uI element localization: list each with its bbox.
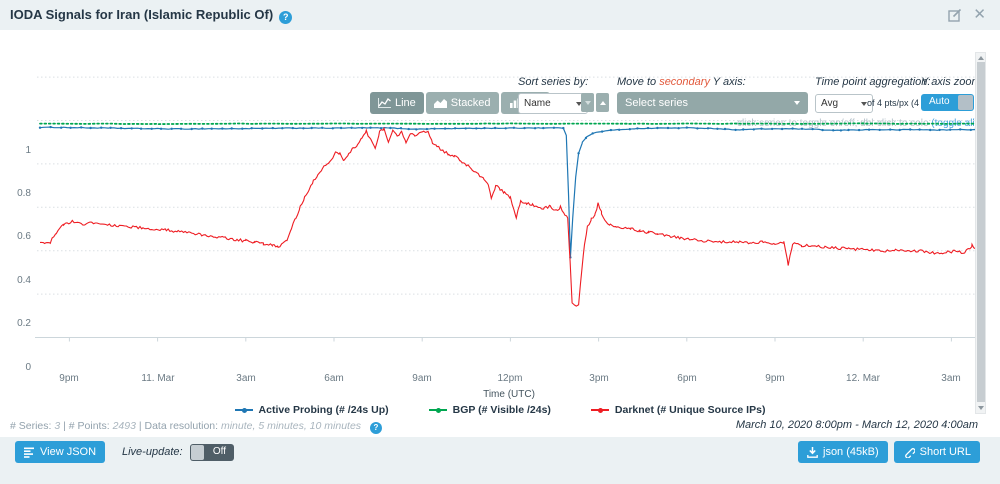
stats-series-value: 3 xyxy=(54,420,60,432)
y-tick-label: 0 xyxy=(0,362,31,373)
scrollbar-thumb[interactable] xyxy=(977,62,985,402)
short-url-label: Short URL xyxy=(920,446,971,458)
live-update-label: Live-update: xyxy=(122,446,183,458)
live-update-state: Off xyxy=(213,446,226,457)
legend-marker-icon xyxy=(235,409,253,411)
y-tick-label: 0.6 xyxy=(0,231,31,242)
x-tick-label: 6pm xyxy=(677,373,696,384)
legend-item-bgp[interactable]: BGP (# Visible /24s) xyxy=(429,404,551,416)
x-tick-label: 12pm xyxy=(497,373,522,384)
view-json-label: View JSON xyxy=(40,446,96,458)
x-tick-label: 11. Mar xyxy=(141,373,174,384)
legend-marker-icon xyxy=(429,409,447,411)
x-tick-label: 3am xyxy=(941,373,960,384)
series-stats: # Series: 3 | # Points: 2493 | Data reso… xyxy=(10,420,382,434)
xaxis-title: Time (UTC) xyxy=(483,389,535,400)
x-tick-label: 9pm xyxy=(59,373,78,384)
export-buttons: json (45kB) Short URL xyxy=(798,441,980,463)
stats-series-label: # Series: xyxy=(10,420,51,432)
toggle-knob xyxy=(191,445,204,460)
json-download-label: json (45kB) xyxy=(823,446,879,458)
json-list-icon xyxy=(24,447,35,458)
stats-points-label: # Points: xyxy=(69,420,110,432)
y-tick-label: 0.2 xyxy=(0,318,31,329)
stats-resolution-label: Data resolution: xyxy=(145,420,219,432)
ioda-dialog: IODA Signals for Iran (Islamic Republic … xyxy=(0,0,1000,484)
chart-panel: Line Stacked Bar Sort series by: Name Mo… xyxy=(0,30,1000,437)
stats-resolution-value: minute, 5 minutes, 10 minutes xyxy=(221,420,361,432)
legend-dot-icon xyxy=(242,408,247,413)
legend-item-darknet[interactable]: Darknet (# Unique Source IPs) xyxy=(591,404,766,416)
x-tick-label: 6am xyxy=(324,373,343,384)
legend-label: BGP (# Visible /24s) xyxy=(453,404,551,416)
legend-label: Active Probing (# /24s Up) xyxy=(259,404,389,416)
scroll-down-icon[interactable] xyxy=(978,406,984,410)
x-tick-label: 3pm xyxy=(589,373,608,384)
short-url-button[interactable]: Short URL xyxy=(894,441,980,463)
date-range: March 10, 2020 8:00pm - March 12, 2020 4… xyxy=(736,419,978,431)
stats-separator: | xyxy=(63,420,66,432)
scroll-up-icon[interactable] xyxy=(978,56,984,60)
x-tick-label: 12. Mar xyxy=(846,373,880,384)
y-tick-label: 0.8 xyxy=(0,188,31,199)
legend-marker-icon xyxy=(591,409,609,411)
stats-points-value: 2493 xyxy=(113,420,136,432)
legend-item-active-probing[interactable]: Active Probing (# /24s Up) xyxy=(235,404,389,416)
x-tick-label: 9pm xyxy=(765,373,784,384)
vertical-scrollbar[interactable] xyxy=(975,52,986,414)
bottom-bar: View JSON Live-update: Off json (45kB) S… xyxy=(0,437,1000,484)
download-icon xyxy=(807,447,818,458)
json-download-button[interactable]: json (45kB) xyxy=(798,441,888,463)
legend-label: Darknet (# Unique Source IPs) xyxy=(615,404,766,416)
stats-help-icon[interactable]: ? xyxy=(370,422,382,434)
y-tick-label: 0.4 xyxy=(0,275,31,286)
legend-dot-icon xyxy=(436,408,441,413)
chart-legend: Active Probing (# /24s Up) BGP (# Visibl… xyxy=(0,404,1000,416)
x-tick-label: 3am xyxy=(236,373,255,384)
link-icon xyxy=(903,446,915,458)
live-update-toggle[interactable]: Off xyxy=(190,444,234,461)
x-tick-label: 9am xyxy=(412,373,431,384)
view-json-button[interactable]: View JSON xyxy=(15,441,105,463)
stats-separator: | xyxy=(139,420,142,432)
legend-dot-icon xyxy=(598,408,603,413)
y-tick-label: 1 xyxy=(0,145,31,156)
